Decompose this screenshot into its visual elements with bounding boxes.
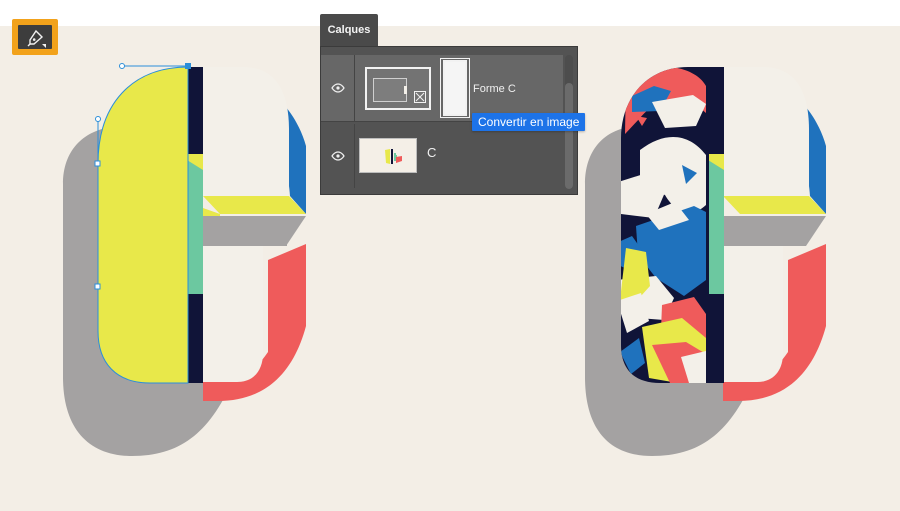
layer-row-forme-c[interactable]: Forme C bbox=[321, 55, 563, 122]
layers-panel[interactable]: Calques Forme C C bbox=[320, 14, 578, 195]
convert-to-image-tooltip: Convertir en image bbox=[472, 113, 586, 131]
c-thumbnail-art bbox=[385, 149, 402, 164]
forme-c-yellow-shape[interactable] bbox=[98, 67, 188, 383]
mask-thumbnail-bracket bbox=[440, 58, 470, 118]
right-letter-green-bar bbox=[708, 154, 724, 294]
left-letter-gray-ledge bbox=[203, 216, 306, 246]
shape-layer-thumbnail[interactable] bbox=[365, 67, 431, 110]
left-letter-yellow-ledge bbox=[203, 196, 306, 214]
layer-name-c: C bbox=[427, 145, 437, 160]
pen-handle-point-left[interactable] bbox=[95, 116, 101, 122]
mask-thumbnail[interactable] bbox=[440, 58, 470, 118]
right-letter-group[interactable] bbox=[585, 60, 826, 456]
left-letter-group[interactable] bbox=[63, 67, 306, 456]
eye-icon bbox=[330, 151, 345, 161]
shape-thumbnail-dot bbox=[404, 86, 407, 94]
layer-visibility-toggle[interactable] bbox=[321, 55, 355, 121]
shape-thumbnail-mini bbox=[373, 78, 407, 102]
layer-thumbnail-c[interactable] bbox=[359, 138, 417, 173]
left-letter-green-bar bbox=[187, 154, 203, 294]
right-letter-yellow-ledge bbox=[723, 196, 826, 214]
vector-mask-icon bbox=[415, 92, 425, 102]
layers-tab[interactable]: Calques bbox=[320, 14, 378, 46]
layer-name-forme-c: Forme C bbox=[473, 83, 516, 95]
paint-splash-shape[interactable] bbox=[610, 60, 720, 390]
layer-row-c[interactable]: C bbox=[321, 124, 563, 188]
pen-handle-point-top[interactable] bbox=[119, 63, 125, 69]
left-letter-cream-face bbox=[203, 67, 289, 196]
right-letter-cream-face bbox=[723, 67, 809, 196]
pen-anchor-top[interactable] bbox=[185, 63, 191, 69]
layer-visibility-toggle[interactable] bbox=[321, 124, 355, 188]
pen-anchor-left-low[interactable] bbox=[94, 283, 101, 290]
pen-anchor-left-mid[interactable] bbox=[94, 160, 101, 167]
eye-icon bbox=[330, 83, 345, 93]
layers-scroll-thumb[interactable] bbox=[565, 83, 573, 189]
right-letter-gray-ledge bbox=[723, 216, 826, 246]
